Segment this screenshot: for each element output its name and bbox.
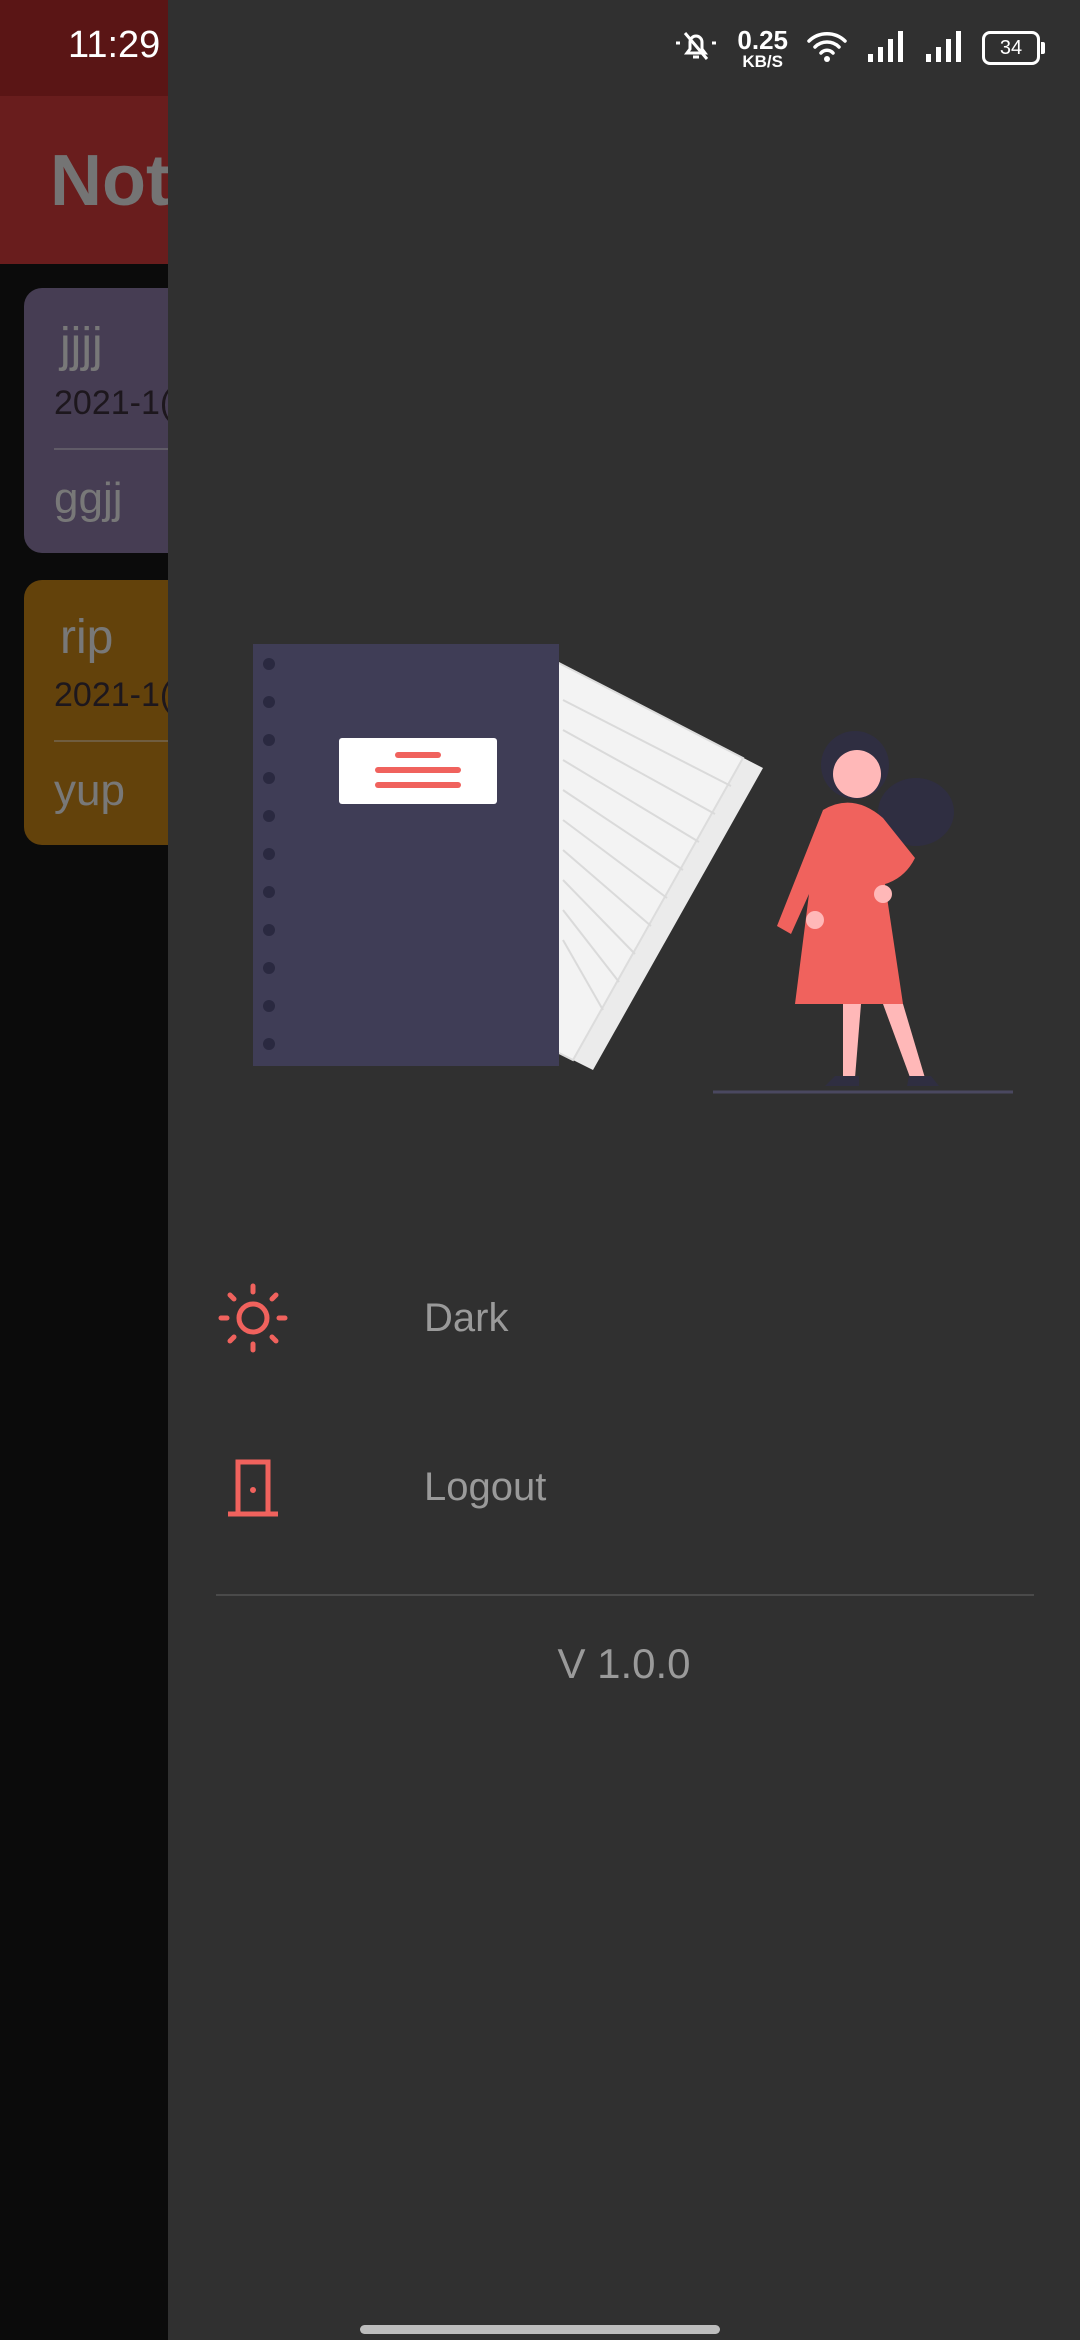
notebook-illustration bbox=[253, 640, 1013, 1100]
wifi-icon bbox=[806, 29, 848, 68]
sun-icon bbox=[218, 1283, 288, 1353]
door-icon bbox=[218, 1452, 288, 1522]
app-version: V 1.0.0 bbox=[557, 1640, 691, 1687]
signal-icon bbox=[924, 30, 964, 67]
menu-item-label: Logout bbox=[424, 1464, 547, 1509]
network-speed-value: 0.25 bbox=[737, 24, 788, 55]
network-speed-unit: KB/S bbox=[742, 51, 783, 71]
drawer-divider bbox=[216, 1594, 1034, 1596]
menu-item-logout[interactable]: Logout bbox=[208, 1427, 1048, 1547]
status-bar: 11:29 0.25 KB/S 34 bbox=[0, 0, 1080, 96]
status-icons: 0.25 KB/S 34 bbox=[673, 22, 1045, 74]
network-speed: 0.25 KB/S bbox=[737, 27, 788, 70]
paper-sheets bbox=[552, 658, 763, 1070]
bell-muted-icon bbox=[673, 29, 719, 68]
menu-item-label: Dark bbox=[424, 1295, 509, 1340]
home-indicator[interactable] bbox=[360, 2325, 720, 2334]
menu-item-dark-mode[interactable]: Dark bbox=[208, 1258, 1048, 1378]
status-time: 11:29 bbox=[68, 24, 161, 66]
signal-icon bbox=[866, 30, 906, 67]
navigation-drawer: Dark Logout V 1.0.0 bbox=[168, 0, 1080, 2340]
woman-figure bbox=[777, 731, 954, 1086]
battery-icon: 34 bbox=[982, 31, 1045, 65]
battery-level: 34 bbox=[999, 36, 1023, 59]
